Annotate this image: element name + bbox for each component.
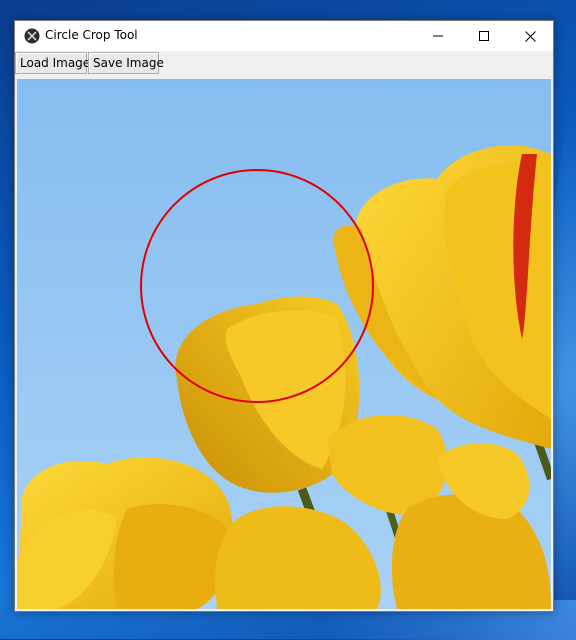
tulip-photo <box>17 79 551 609</box>
maximize-icon <box>479 31 489 41</box>
window-title: Circle Crop Tool <box>45 28 138 42</box>
load-image-button[interactable]: Load Image <box>15 52 90 74</box>
title-bar[interactable]: Circle Crop Tool <box>15 21 553 51</box>
minimize-icon <box>433 31 443 41</box>
close-icon <box>524 30 536 42</box>
toolbar: Load Image Save Image <box>15 51 553 77</box>
image-canvas[interactable] <box>17 79 551 609</box>
close-button[interactable] <box>507 21 553 51</box>
minimize-button[interactable] <box>415 21 461 51</box>
app-logo-icon <box>24 28 40 44</box>
app-window: Circle Crop Tool Load Image Save Image <box>14 20 554 612</box>
maximize-button[interactable] <box>461 21 507 51</box>
save-image-button[interactable]: Save Image <box>88 52 164 74</box>
